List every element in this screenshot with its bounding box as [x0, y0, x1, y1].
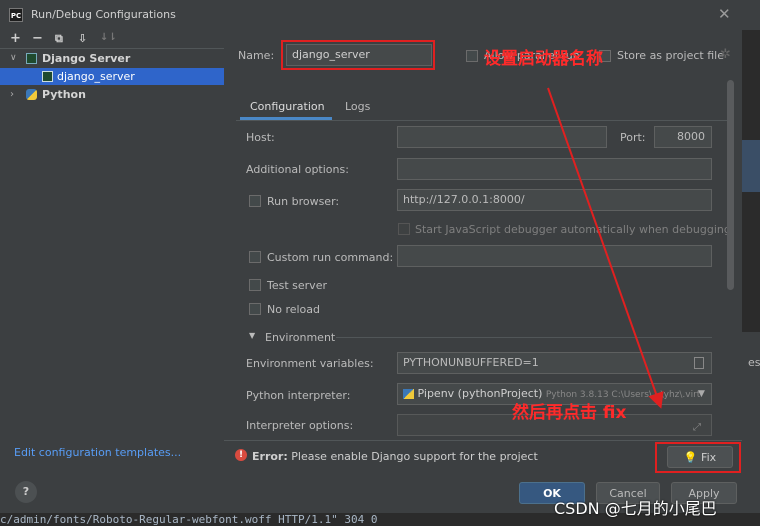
- csdn-watermark: CSDN @七月的小尾巴: [554, 499, 717, 518]
- annotation-arrow: [547, 87, 664, 409]
